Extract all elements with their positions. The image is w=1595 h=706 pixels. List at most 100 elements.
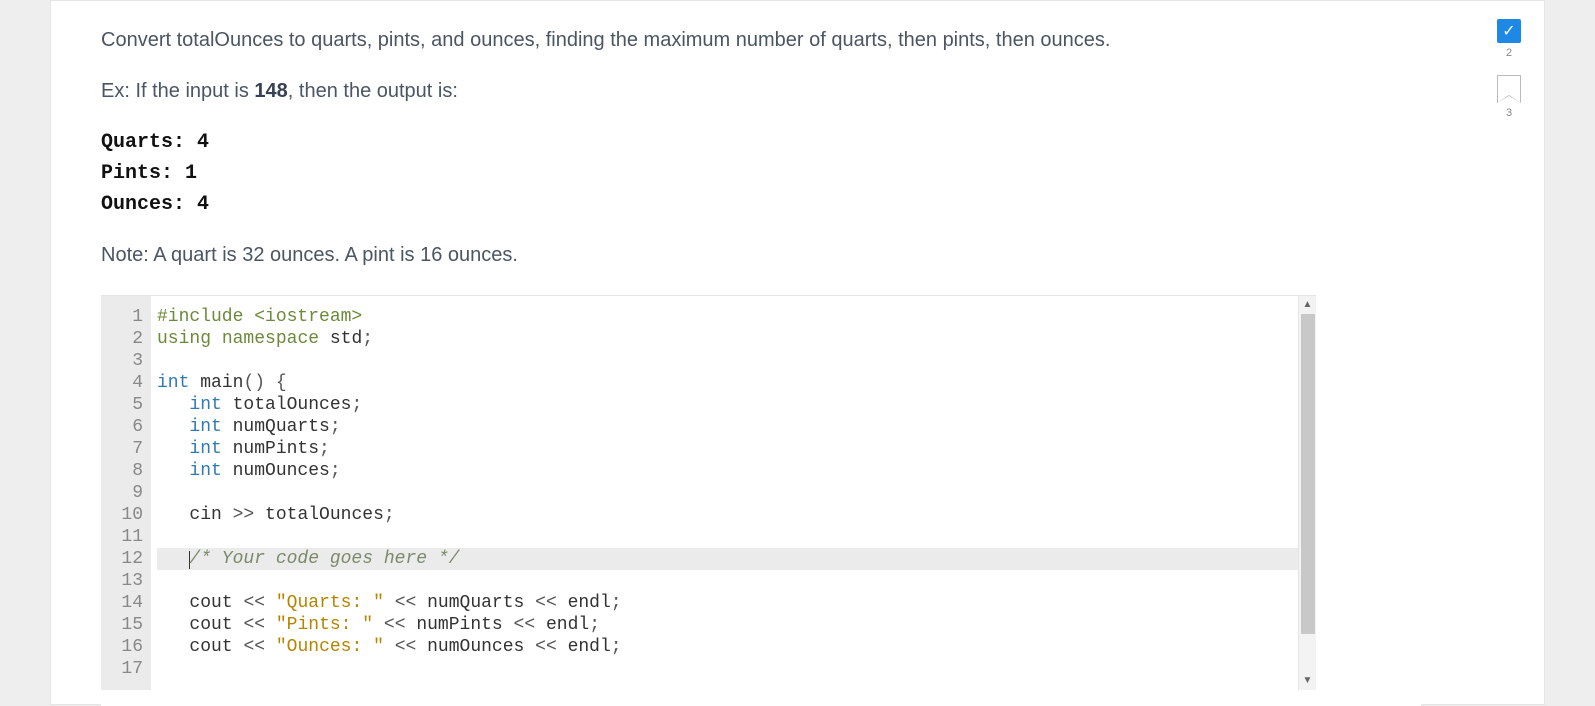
code-token: cout [189,637,232,657]
code-token [157,461,189,481]
code-token: int [189,439,221,459]
line-number: 15 [101,614,143,636]
code-line[interactable]: using namespace std; [157,328,1316,350]
code-token [265,637,276,657]
problem-intro: Convert totalOunces to quarts, pints, an… [101,25,1397,56]
code-line[interactable]: #include <iostream> [157,306,1316,328]
line-number: 17 [101,658,143,680]
line-number: 10 [101,504,143,526]
code-line[interactable] [157,350,1316,372]
code-line[interactable] [157,526,1316,548]
code-token [211,329,222,349]
code-token: main [200,373,243,393]
panel-outer: Convert totalOunces to quarts, pints, an… [50,0,1545,705]
vertical-scrollbar[interactable]: ▲ ▼ [1298,296,1316,690]
code-token [157,593,189,613]
code-token: numPints [233,439,319,459]
line-number: 3 [101,350,143,372]
code-line[interactable]: int numOunces; [157,460,1316,482]
correct-check-badge[interactable]: ✓ [1497,19,1521,43]
code-token [503,615,514,635]
code-token: ; [351,395,362,415]
code-token: int [157,373,189,393]
example-input: 148 [254,80,287,102]
code-token: << [384,615,406,635]
example-suffix: , then the output is: [288,80,458,102]
code-token: numQuarts [427,593,524,613]
code-token: ; [330,461,341,481]
line-number: 8 [101,460,143,482]
code-token: ; [589,615,600,635]
code-token [416,637,427,657]
code-line[interactable]: int numPints; [157,438,1316,460]
code-token: cin [189,505,221,525]
code-token [157,395,189,415]
code-line[interactable] [157,570,1316,592]
code-token: using [157,329,211,349]
code-token: << [243,593,265,613]
code-line[interactable]: cout << "Quarts: " << numQuarts << endl; [157,592,1316,614]
code-token: ; [362,329,373,349]
code-line[interactable]: int numQuarts; [157,416,1316,438]
code-token [373,615,384,635]
code-token [384,593,395,613]
example-prefix: Ex: If the input is [101,80,254,102]
code-token [222,417,233,437]
code-token [384,637,395,657]
code-token [265,593,276,613]
code-token: << [535,593,557,613]
scroll-down-arrow-icon[interactable]: ▼ [1299,672,1316,690]
code-area[interactable]: #include <iostream>using namespace std; i… [151,296,1316,690]
line-number: 11 [101,526,143,548]
check-icon: ✓ [1502,21,1515,41]
code-token: #include <iostream> [157,307,362,327]
output-line: Pints: 1 [101,158,1397,189]
line-number: 7 [101,438,143,460]
code-token [406,615,417,635]
scroll-up-arrow-icon[interactable]: ▲ [1299,296,1316,314]
output-line: Quarts: 4 [101,127,1397,158]
line-number: 14 [101,592,143,614]
code-token: "Quarts: " [276,593,384,613]
code-token [157,439,189,459]
code-token [524,637,535,657]
code-token: namespace [222,329,319,349]
line-number: 5 [101,394,143,416]
line-number: 4 [101,372,143,394]
line-number: 16 [101,636,143,658]
code-line[interactable]: int totalOunces; [157,394,1316,416]
code-token [319,329,330,349]
line-number-gutter: 1234567891011121314151617 [101,296,151,690]
code-token [557,637,568,657]
code-token [222,439,233,459]
problem-note: Note: A quart is 32 ounces. A pint is 16… [101,244,1397,267]
code-line[interactable]: cout << "Ounces: " << numOunces << endl; [157,636,1316,658]
code-token: /* Your code goes here */ [189,549,459,569]
code-token: "Pints: " [276,615,373,635]
code-token: numOunces [427,637,524,657]
example-output-block: Quarts: 4 Pints: 1 Ounces: 4 [101,127,1397,220]
code-token: << [243,637,265,657]
code-line[interactable]: /* Your code goes here */ [157,548,1316,570]
code-line[interactable]: cin >> totalOunces; [157,504,1316,526]
code-token: () { [243,373,286,393]
code-token [157,417,189,437]
line-number: 12 [101,548,143,570]
code-token [157,637,189,657]
problem-panel: Convert totalOunces to quarts, pints, an… [101,1,1421,706]
code-token: ; [611,593,622,613]
code-token: numPints [416,615,502,635]
code-token [233,593,244,613]
code-token: int [189,461,221,481]
code-token: << [243,615,265,635]
code-line[interactable]: int main() { [157,372,1316,394]
code-line[interactable] [157,482,1316,504]
code-token [535,615,546,635]
scrollbar-thumb[interactable] [1301,314,1315,634]
code-token: << [514,615,536,635]
code-editor[interactable]: 1234567891011121314151617 #include <iost… [101,295,1316,690]
code-line[interactable]: cout << "Pints: " << numPints << endl; [157,614,1316,636]
code-token: endl [546,615,589,635]
code-line[interactable] [157,658,1316,680]
bookmark-button[interactable] [1497,75,1521,103]
